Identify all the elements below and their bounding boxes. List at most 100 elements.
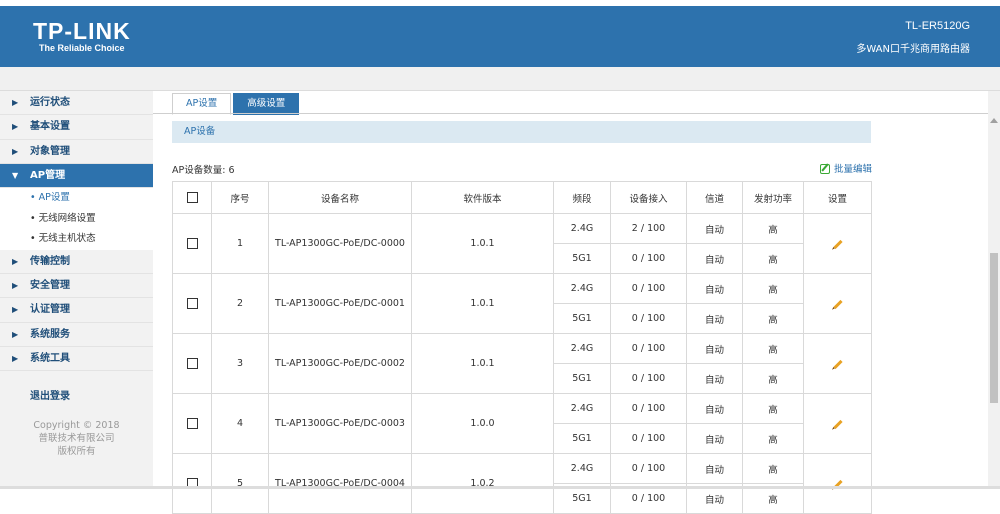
table-row: 4 TL-AP1300GC-PoE/DC-0003 1.0.0 2.4G 0 / 100… <box>172 393 872 454</box>
select-all-cell <box>172 181 212 214</box>
sidebar-item[interactable]: ▶ 系统工具 <box>0 347 153 372</box>
table-header-row: 序号 设备名称 软件版本 频段 设备接入 信道 发射功率 设置 <box>172 181 872 214</box>
table-row: 1 TL-AP1300GC-PoE/DC-0000 1.0.1 2.4G 2 / 100… <box>172 213 872 274</box>
sidebar-item[interactable]: ▼ AP管理 <box>0 163 153 189</box>
row-checkbox[interactable] <box>186 298 198 309</box>
main-content: AP设置 高级设置 AP设备 AP设备数量: 6 批量编辑 序号 设备名称 软件版… <box>153 91 988 514</box>
band-cell: 2.4G <box>553 213 611 244</box>
index-cell: 2 <box>211 273 269 334</box>
table-row: 2 TL-AP1300GC-PoE/DC-0001 1.0.1 2.4G 0 / 100… <box>172 273 872 334</box>
channel-cell: 自动 <box>686 273 743 304</box>
sidebar-subitem-label: AP设置 <box>38 192 70 204</box>
sidebar-subitem[interactable]: • 无线网络设置 <box>0 208 153 230</box>
sidebar-item[interactable]: ▶ 运行状态 <box>0 91 153 116</box>
power-cell: 高 <box>742 363 804 394</box>
scroll-up-arrow-icon[interactable] <box>990 118 998 123</box>
channel-cell: 自动 <box>686 393 743 424</box>
access-cell: 0 / 100 <box>610 303 687 334</box>
column-header-settings: 设置 <box>803 181 872 214</box>
tab-bar: AP设置 高级设置 <box>172 93 301 115</box>
sidebar-subitem-label: 无线主机状态 <box>38 233 96 245</box>
column-header-index: 序号 <box>211 181 269 214</box>
table-row: 3 TL-AP1300GC-PoE/DC-0002 1.0.1 2.4G 0 / 100… <box>172 333 872 394</box>
row-checkbox[interactable] <box>186 418 198 429</box>
settings-cell <box>803 213 872 274</box>
sidebar-item[interactable]: ▶ 安全管理 <box>0 274 153 299</box>
band-cell: 5G1 <box>553 423 611 454</box>
chevron-right-icon: ▶ <box>12 305 19 315</box>
scrollbar-thumb[interactable] <box>990 253 998 403</box>
access-cell: 0 / 100 <box>610 243 687 274</box>
settings-cell <box>803 453 872 514</box>
band-cell: 2.4G <box>553 453 611 484</box>
device-name-cell: TL-AP1300GC-PoE/DC-0003 <box>268 393 412 454</box>
sidebar-item-label: 运行状态 <box>30 97 70 108</box>
power-cell: 高 <box>742 213 804 244</box>
ap-count-label: AP设备数量: 6 <box>172 165 235 176</box>
pencil-icon[interactable] <box>832 359 843 370</box>
channel-cell: 自动 <box>686 213 743 244</box>
chevron-down-icon: ▼ <box>12 170 19 180</box>
sidebar-item[interactable]: ▶ 认证管理 <box>0 298 153 323</box>
power-cell: 高 <box>742 333 804 364</box>
sidebar: ▶ 运行状态 ▶ 基本设置 ▶ 对象管理 ▼ AP管理 • AP设置 • 无线网络设置 • 无线主机… <box>0 91 153 489</box>
device-name-cell: TL-AP1300GC-PoE/DC-0004 <box>268 453 412 514</box>
version-cell: 1.0.1 <box>411 213 554 274</box>
copyright-company: 普联技术有限公司 <box>38 433 115 444</box>
column-header-power: 发射功率 <box>742 181 804 214</box>
copyright-rights: 版权所有 <box>57 446 96 457</box>
sidebar-item[interactable]: ▶ 系统服务 <box>0 323 153 347</box>
version-cell: 1.0.1 <box>411 333 554 394</box>
channel-cell: 自动 <box>686 243 743 274</box>
sidebar-item[interactable]: ▶ 对象管理 <box>0 140 153 164</box>
chevron-right-icon: ▶ <box>12 122 19 132</box>
brand-logo: TP-LINK <box>33 18 131 44</box>
band-cell: 5G1 <box>553 303 611 334</box>
pencil-icon[interactable] <box>832 419 843 430</box>
chevron-right-icon: ▶ <box>12 256 19 266</box>
sidebar-subitem[interactable]: • AP设置 <box>0 188 153 209</box>
tab-divider <box>153 113 988 114</box>
column-header-band: 频段 <box>553 181 611 214</box>
access-cell: 0 / 100 <box>610 273 687 304</box>
bullet-icon: • <box>30 212 39 224</box>
sidebar-subitem[interactable]: • 无线主机状态 <box>0 229 153 250</box>
batch-edit-button[interactable]: 批量编辑 <box>820 161 872 175</box>
version-cell: 1.0.2 <box>411 453 554 514</box>
channel-cell: 自动 <box>686 363 743 394</box>
brand-tagline: The Reliable Choice <box>39 43 125 53</box>
tab-advanced-settings[interactable]: 高级设置 <box>233 93 300 115</box>
logout-link[interactable]: 退出登录 <box>30 387 70 402</box>
sidebar-nav: ▶ 运行状态 ▶ 基本设置 ▶ 对象管理 ▼ AP管理 • AP设置 • 无线网络设置 • 无线主机… <box>0 91 153 372</box>
row-checkbox[interactable] <box>186 358 198 369</box>
chevron-right-icon: ▶ <box>12 353 19 363</box>
sidebar-item-label: AP管理 <box>30 169 66 181</box>
bullet-icon: • <box>30 192 39 204</box>
power-cell: 高 <box>742 453 804 484</box>
header-bar: TP-LINK The Reliable Choice TL-ER5120G 多… <box>0 6 1000 67</box>
band-cell: 2.4G <box>553 393 611 424</box>
select-cell <box>172 453 212 514</box>
index-cell: 3 <box>211 333 269 394</box>
device-name-cell: TL-AP1300GC-PoE/DC-0000 <box>268 213 412 274</box>
toolbar-strip <box>0 67 1000 91</box>
select-all-checkbox[interactable] <box>186 192 198 203</box>
tab-ap-settings[interactable]: AP设置 <box>172 93 232 115</box>
sidebar-subitem-label: 无线网络设置 <box>38 212 96 224</box>
bullet-icon: • <box>30 233 39 245</box>
device-name-cell: TL-AP1300GC-PoE/DC-0001 <box>268 273 412 334</box>
sidebar-item-label: 安全管理 <box>30 279 70 291</box>
edit-icon <box>820 164 830 174</box>
sidebar-item-label: 对象管理 <box>30 145 70 157</box>
row-checkbox[interactable] <box>186 238 198 249</box>
chevron-right-icon: ▶ <box>12 98 19 107</box>
select-cell <box>172 273 212 334</box>
pencil-icon[interactable] <box>832 299 843 310</box>
pencil-icon[interactable] <box>832 239 843 250</box>
sidebar-item[interactable]: ▶ 基本设置 <box>0 115 153 140</box>
index-cell: 1 <box>211 213 269 274</box>
power-cell: 高 <box>742 273 804 304</box>
select-cell <box>172 213 212 274</box>
table-row: 5 TL-AP1300GC-PoE/DC-0004 1.0.2 2.4G 0 / 100… <box>172 453 872 514</box>
sidebar-item[interactable]: ▶ 传输控制 <box>0 250 153 274</box>
